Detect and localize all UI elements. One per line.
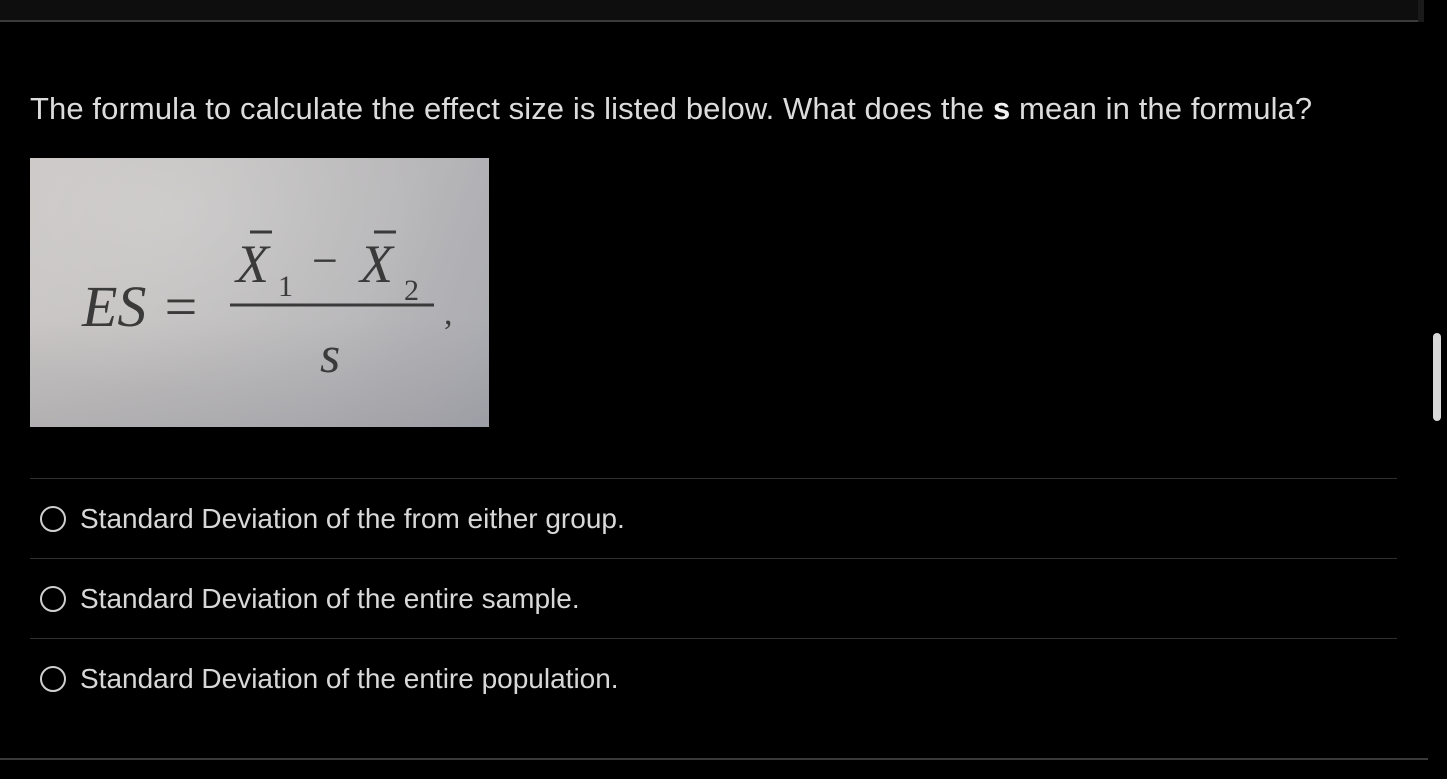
formula-x2: X: [358, 234, 395, 294]
bottom-divider: [0, 758, 1428, 760]
option-1[interactable]: Standard Deviation of the from either gr…: [30, 479, 1397, 558]
scrollbar-thumb[interactable]: [1433, 333, 1441, 421]
formula-lhs: ES =: [81, 274, 200, 339]
option-label: Standard Deviation of the entire populat…: [80, 662, 619, 694]
top-bar-edge: [1418, 0, 1424, 22]
question-text: The formula to calculate the effect size…: [30, 88, 1312, 130]
formula-svg: ES = X 1 − X 2 s ,: [81, 230, 453, 384]
formula-trailing-comma: ,: [444, 295, 453, 332]
formula-sub2: 2: [404, 274, 419, 307]
formula-denominator: s: [320, 327, 340, 384]
formula-sub1: 1: [278, 270, 293, 303]
option-2[interactable]: Standard Deviation of the entire sample.: [30, 559, 1397, 638]
formula-x1: X: [234, 234, 271, 294]
radio-button-icon[interactable]: [40, 505, 66, 532]
radio-button-icon[interactable]: [40, 585, 66, 612]
top-bar: [0, 0, 1422, 22]
formula-image: ES = X 1 − X 2 s ,: [30, 158, 489, 427]
question-text-before: The formula to calculate the effect size…: [30, 91, 993, 126]
option-3[interactable]: Standard Deviation of the entire populat…: [30, 639, 1397, 718]
question-emphasis: s: [992, 91, 1011, 126]
option-label: Standard Deviation of the from either gr…: [80, 502, 625, 534]
formula-minus: −: [312, 235, 338, 286]
radio-button-icon[interactable]: [40, 665, 66, 692]
question-text-after: mean in the formula?: [1010, 91, 1313, 126]
option-label: Standard Deviation of the entire sample.: [80, 582, 580, 614]
